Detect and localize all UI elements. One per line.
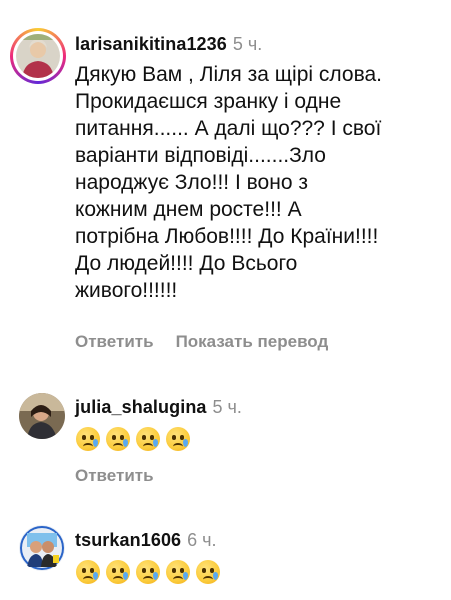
avatar — [16, 34, 60, 78]
crying-face-icon — [136, 560, 160, 584]
crying-face-icon — [166, 427, 190, 451]
comment-actions: Ответить Показать перевод — [75, 332, 350, 352]
crying-face-icon — [106, 560, 130, 584]
avatar[interactable] — [19, 393, 65, 439]
crying-face-icon — [136, 427, 160, 451]
crying-face-icon — [76, 560, 100, 584]
username[interactable]: larisanikitina1236 — [75, 34, 227, 54]
avatar[interactable] — [19, 525, 65, 571]
username[interactable]: julia_shalugina — [75, 397, 207, 417]
reply-button[interactable]: Ответить — [75, 332, 154, 351]
timestamp: 5 ч. — [212, 397, 242, 417]
reply-button[interactable]: Ответить — [75, 466, 154, 485]
emoji-reactions — [76, 560, 220, 584]
show-translation-button[interactable]: Показать перевод — [176, 332, 329, 351]
username[interactable]: tsurkan1606 — [75, 530, 181, 550]
timestamp: 6 ч. — [187, 530, 217, 550]
crying-face-icon — [76, 427, 100, 451]
emoji-reactions — [76, 427, 190, 451]
comment-text: Дякую Вам , Ліля за щірі слова. Прокидає… — [75, 63, 383, 302]
avatar-story-ring[interactable] — [10, 28, 66, 84]
timestamp: 5 ч. — [232, 34, 263, 54]
comment-actions: Ответить — [75, 466, 176, 486]
crying-face-icon — [106, 427, 130, 451]
crying-face-icon — [166, 560, 190, 584]
crying-face-icon — [196, 560, 220, 584]
